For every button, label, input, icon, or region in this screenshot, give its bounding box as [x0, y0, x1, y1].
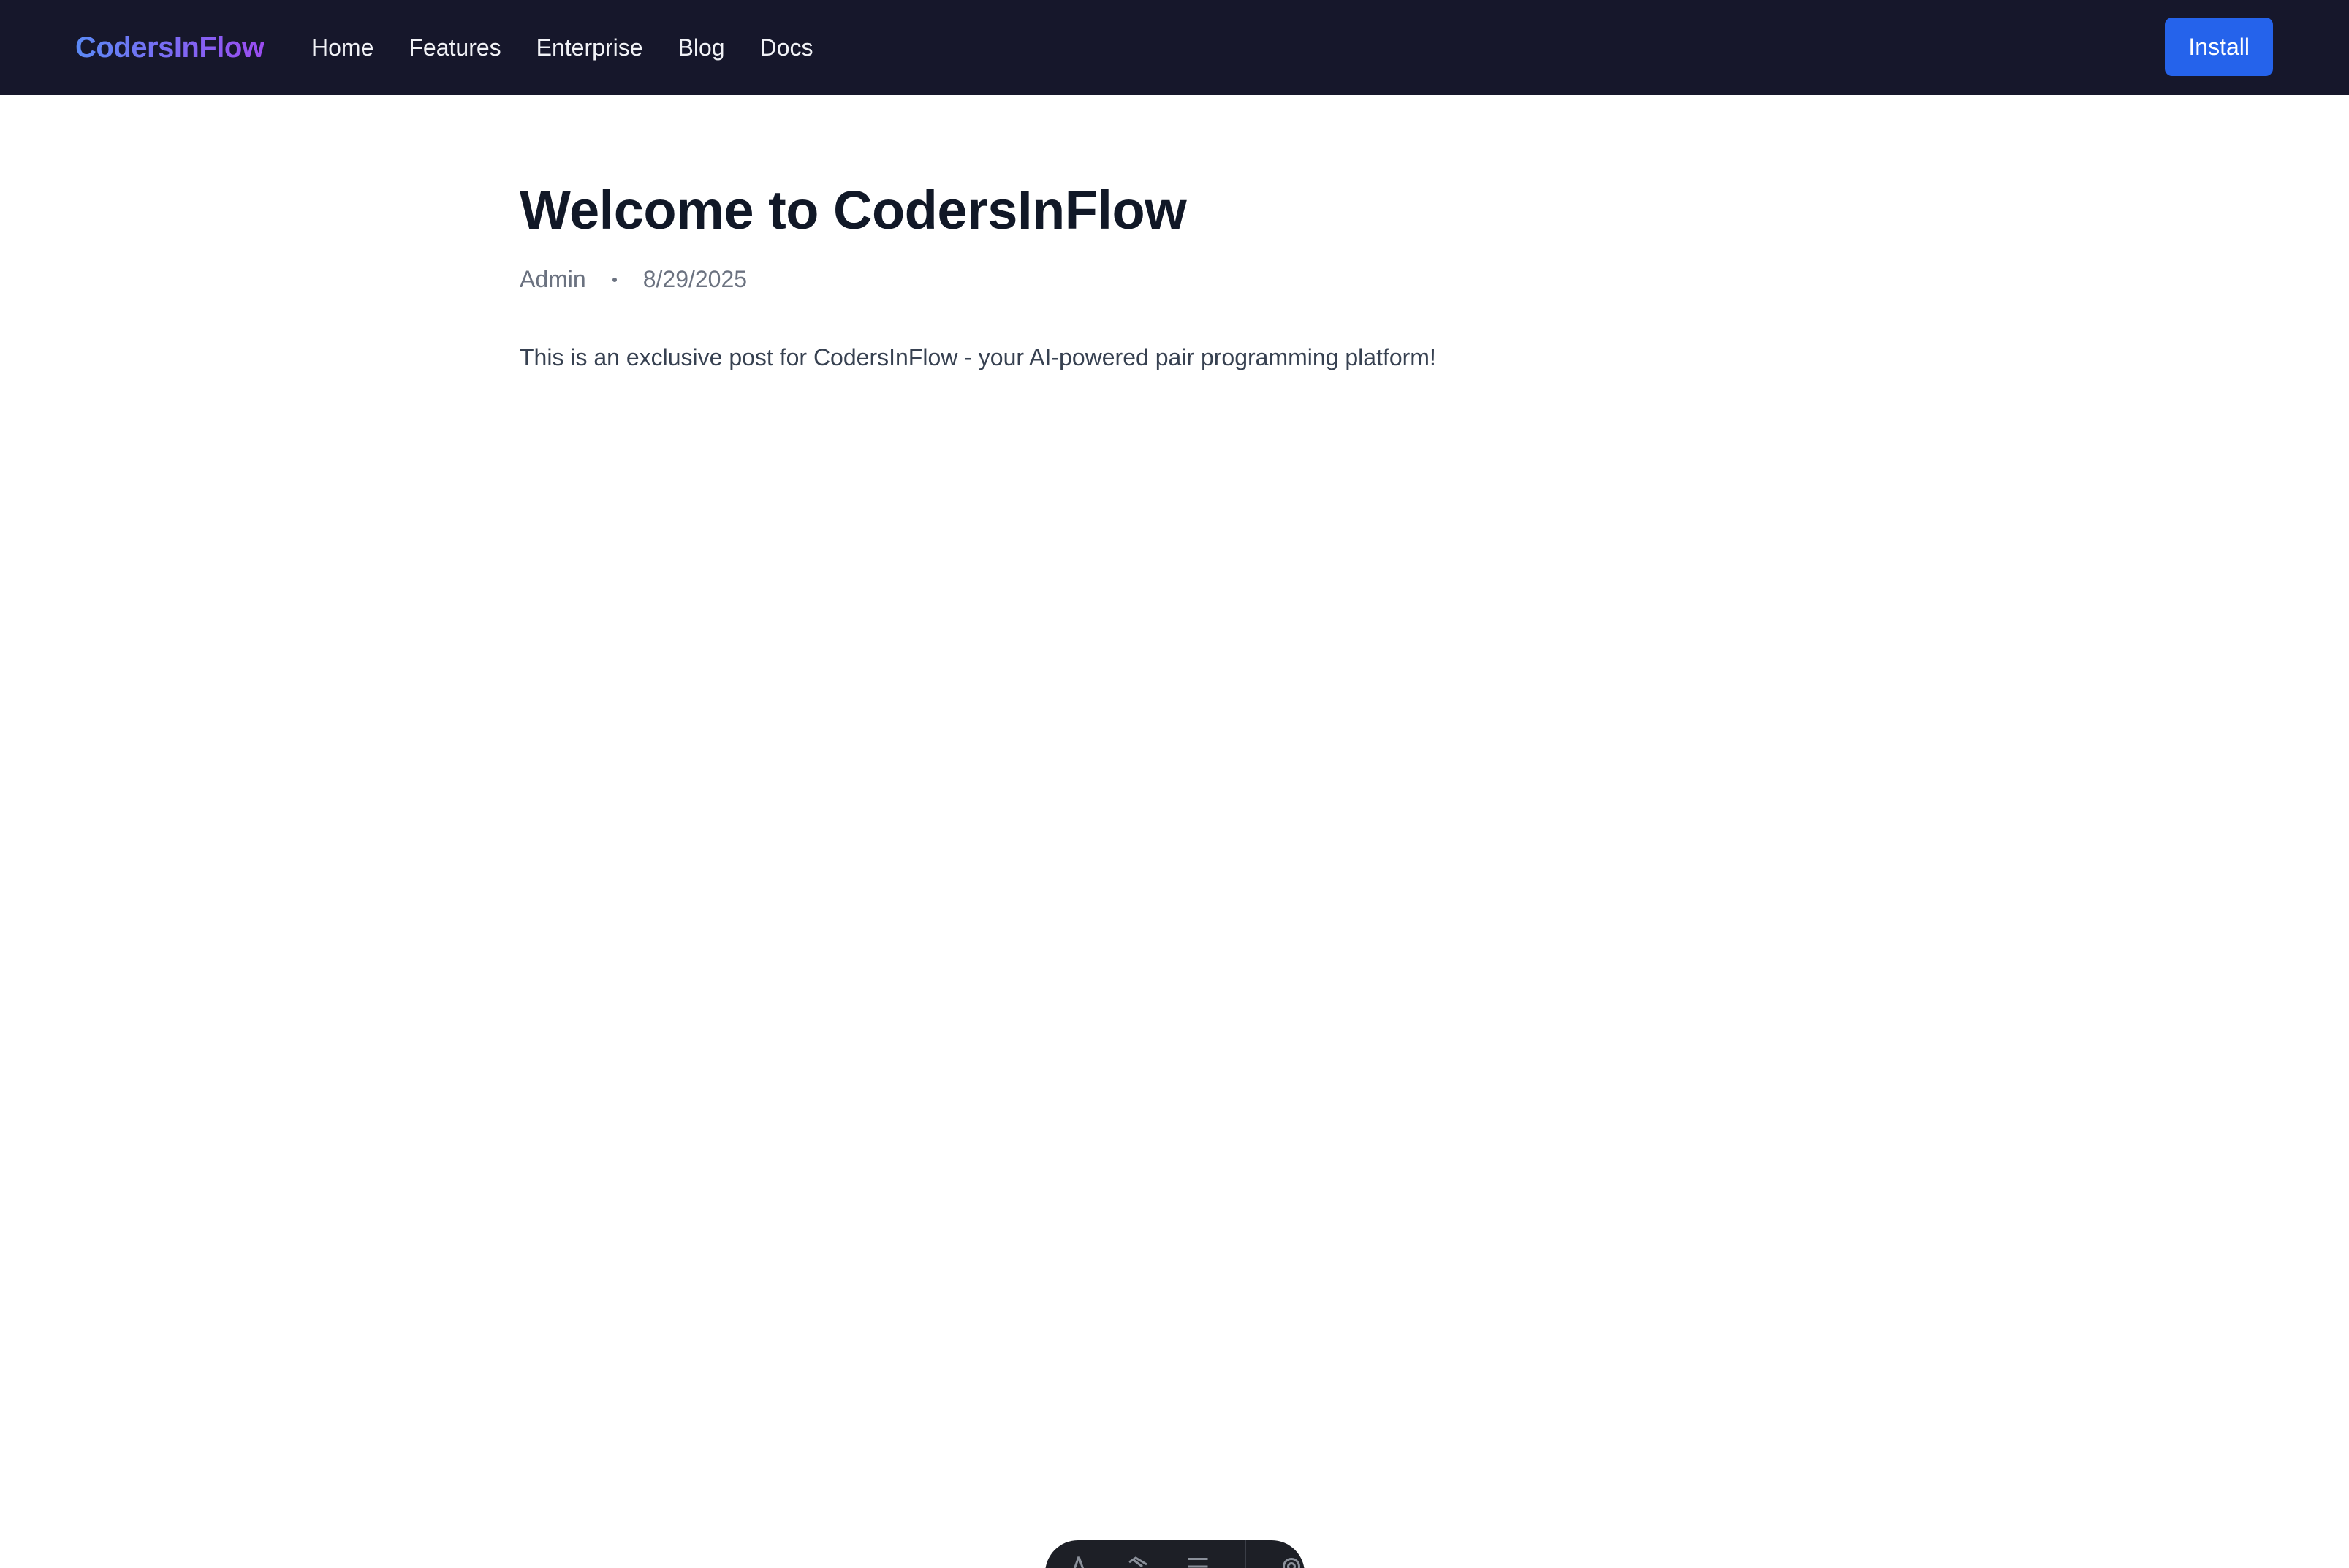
nav-link-docs[interactable]: Docs	[760, 34, 813, 61]
toolbar-divider	[1244, 1540, 1246, 1568]
post-meta: Admin 8/29/2025	[520, 266, 1835, 293]
meta-separator-dot	[612, 277, 617, 282]
install-button[interactable]: Install	[2165, 18, 2273, 76]
inspect-icon[interactable]	[1066, 1553, 1092, 1568]
post-body: This is an exclusive post for CodersInFl…	[520, 344, 1436, 371]
post-author: Admin	[520, 266, 586, 293]
nav-link-enterprise[interactable]: Enterprise	[536, 34, 643, 61]
primary-nav: Home Features Enterprise Blog Docs	[311, 0, 813, 95]
nav-link-features[interactable]: Features	[409, 34, 501, 61]
menu-icon[interactable]	[1183, 1553, 1213, 1568]
settings-icon[interactable]	[1278, 1553, 1305, 1568]
post-title: Welcome to CodersInFlow	[520, 180, 1187, 240]
top-navbar: CodersInFlow Home Features Enterprise Bl…	[0, 0, 2349, 95]
blog-post: Welcome to CodersInFlow Admin 8/29/2025 …	[520, 175, 1835, 374]
brand-logo[interactable]: CodersInFlow	[75, 0, 265, 95]
nav-link-blog[interactable]: Blog	[678, 34, 724, 61]
floating-toolbar	[1045, 1540, 1305, 1568]
clap-icon[interactable]	[1124, 1553, 1150, 1568]
page: CodersInFlow Home Features Enterprise Bl…	[0, 0, 2349, 1568]
nav-link-home[interactable]: Home	[311, 34, 373, 61]
post-date: 8/29/2025	[642, 266, 748, 293]
